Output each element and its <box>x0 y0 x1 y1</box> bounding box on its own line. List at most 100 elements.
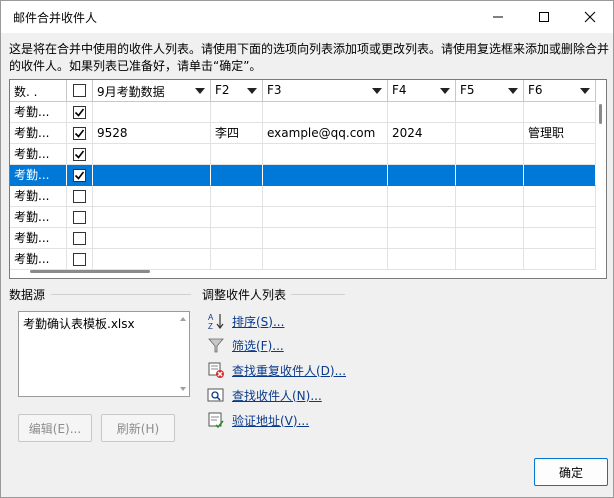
column-header-label: 9月考勤数据 <box>97 85 165 99</box>
select-all-checkbox[interactable] <box>73 84 86 97</box>
column-header[interactable]: F5 <box>456 80 524 102</box>
table-cell <box>211 102 263 123</box>
column-dropdown-icon[interactable] <box>247 88 257 94</box>
checkmark-icon <box>74 108 85 117</box>
filter-row[interactable]: 筛选(F)... <box>207 335 284 355</box>
column-dropdown-icon[interactable] <box>372 88 382 94</box>
column-header-label: F4 <box>392 83 407 97</box>
column-header[interactable]: F4 <box>388 80 456 102</box>
table-cell <box>263 228 388 249</box>
sort-row[interactable]: A Z 排序(S)... <box>207 311 284 331</box>
recipient-checkbox[interactable] <box>73 127 86 140</box>
column-header[interactable]: F6 <box>524 80 596 102</box>
table-cell <box>211 186 263 207</box>
column-dropdown-icon[interactable] <box>508 88 518 94</box>
table-cell <box>456 207 524 228</box>
datasource-separator <box>51 294 191 295</box>
maximize-button[interactable] <box>521 1 567 33</box>
table-cell <box>93 228 211 249</box>
column-dropdown-icon[interactable] <box>440 88 450 94</box>
horizontal-scroll-thumb[interactable] <box>30 270 150 273</box>
table-cell <box>93 186 211 207</box>
table-cell: 管理职 <box>524 123 596 144</box>
table-cell <box>524 249 596 270</box>
datasource-item[interactable]: 考勤确认表模板.xlsx <box>23 315 135 332</box>
table-cell <box>456 102 524 123</box>
table-cell <box>93 207 211 228</box>
table-cell <box>456 144 524 165</box>
minimize-icon <box>493 16 503 18</box>
find-duplicates-row[interactable]: 查找重复收件人(D)... <box>207 360 346 380</box>
sort-link[interactable]: 排序(S)... <box>232 313 284 330</box>
svg-text:Z: Z <box>208 322 213 330</box>
column-header[interactable]: F2 <box>211 80 263 102</box>
vertical-scroll-thumb[interactable] <box>599 104 602 124</box>
row-source-cell: 考勤... <box>10 102 67 123</box>
edit-button[interactable]: 编辑(E)... <box>18 414 92 442</box>
column-header[interactable]: F3 <box>263 80 388 102</box>
table-cell <box>211 144 263 165</box>
row-source-cell: 考勤... <box>10 165 67 186</box>
table-cell <box>263 186 388 207</box>
validate-address-row[interactable]: 验证地址(V)... <box>207 410 309 430</box>
table-cell <box>388 228 456 249</box>
recipient-checkbox[interactable] <box>73 253 86 266</box>
checkmark-icon <box>74 171 85 180</box>
find-recipient-row[interactable]: 查找收件人(N)... <box>207 385 322 405</box>
close-button[interactable] <box>567 1 613 33</box>
recipient-checkbox[interactable] <box>73 211 86 224</box>
table-cell <box>211 165 263 186</box>
filter-link[interactable]: 筛选(F)... <box>232 337 284 354</box>
window-title: 邮件合并收件人 <box>13 11 98 25</box>
row-source-cell: 考勤... <box>10 207 67 228</box>
refresh-button[interactable]: 刷新(H) <box>101 414 175 442</box>
row-source-cell: 考勤... <box>10 186 67 207</box>
column-header[interactable]: 9月考勤数据 <box>93 80 211 102</box>
recipient-checkbox[interactable] <box>73 148 86 161</box>
datasource-scrollbar[interactable] <box>177 312 189 396</box>
find-duplicates-link[interactable]: 查找重复收件人(D)... <box>232 362 346 379</box>
find-recipient-icon <box>207 388 224 402</box>
ok-button[interactable]: 确定 <box>534 458 608 486</box>
table-cell <box>93 249 211 270</box>
validate-address-icon <box>208 412 224 429</box>
minimize-button[interactable] <box>475 1 521 33</box>
title-bar: 邮件合并收件人 <box>1 1 613 33</box>
row-source-cell: 考勤... <box>10 228 67 249</box>
table-cell <box>388 144 456 165</box>
table-cell <box>524 144 596 165</box>
row-checkbox-cell <box>67 144 93 165</box>
recipients-grid[interactable]: 数. . 9月考勤数据 F2 F3 F4 F5 F6 考勤... 考勤... 9528 李四 exa… <box>9 79 607 279</box>
row-checkbox-cell <box>67 249 93 270</box>
validate-address-link[interactable]: 验证地址(V)... <box>232 412 309 429</box>
recipient-checkbox[interactable] <box>73 106 86 119</box>
column-header-label: 数. . <box>14 85 38 99</box>
mail-merge-recipients-dialog: 邮件合并收件人 这是将在合并中使用的收件人列表。请使用下面的选项向列表添加项或更… <box>0 0 614 498</box>
table-cell <box>388 102 456 123</box>
table-cell <box>524 228 596 249</box>
table-cell: example@qq.com <box>263 123 388 144</box>
recipient-checkbox[interactable] <box>73 232 86 245</box>
table-cell <box>263 165 388 186</box>
datasource-listbox[interactable]: 考勤确认表模板.xlsx <box>18 311 190 397</box>
header-select-all[interactable] <box>67 80 93 102</box>
table-cell: 2024 <box>388 123 456 144</box>
checkmark-icon <box>74 129 85 138</box>
recipient-checkbox[interactable] <box>73 169 86 182</box>
column-dropdown-icon[interactable] <box>580 88 590 94</box>
maximize-icon <box>539 12 549 22</box>
table-cell <box>456 249 524 270</box>
vertical-scrollbar[interactable] <box>596 80 606 276</box>
recipient-checkbox[interactable] <box>73 190 86 203</box>
table-cell <box>211 207 263 228</box>
table-cell <box>93 102 211 123</box>
table-cell <box>456 165 524 186</box>
table-cell <box>388 207 456 228</box>
table-cell <box>388 186 456 207</box>
row-source-cell: 考勤... <box>10 123 67 144</box>
datasource-label: 数据源 <box>9 288 46 302</box>
find-recipient-link[interactable]: 查找收件人(N)... <box>232 387 322 404</box>
row-checkbox-cell <box>67 165 93 186</box>
column-header[interactable]: 数. . <box>10 80 67 102</box>
column-dropdown-icon[interactable] <box>195 88 205 94</box>
